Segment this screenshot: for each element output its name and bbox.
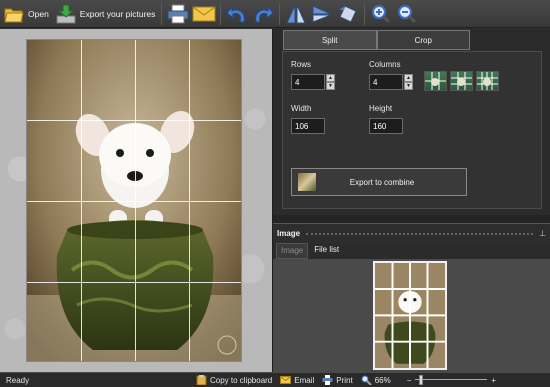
grid-preset-2-icon[interactable]	[450, 71, 473, 91]
zoom-out-icon	[398, 4, 417, 23]
columns-input[interactable]: 4	[369, 74, 403, 90]
undo-button[interactable]	[224, 1, 250, 27]
rotate-button[interactable]	[335, 1, 361, 27]
columns-up-icon[interactable]: ▲	[404, 74, 413, 82]
tab-file-list[interactable]: File list	[310, 243, 343, 259]
puppy-photo	[27, 40, 241, 361]
image-panel-header: Image ⊥	[273, 223, 550, 243]
email-status-button[interactable]: Email	[280, 375, 314, 385]
header-grip[interactable]	[306, 232, 533, 235]
toolbar-separator	[161, 2, 163, 25]
canvas-area[interactable]	[0, 29, 272, 372]
image-subtabs: Image File list	[273, 243, 550, 259]
split-grid-line	[27, 282, 241, 283]
zoom-plus-button[interactable]: +	[491, 376, 496, 385]
zoom-slider-track	[415, 379, 488, 380]
rows-up-icon[interactable]: ▲	[326, 74, 335, 82]
flip-vertical-button[interactable]	[309, 1, 335, 27]
right-panel: Split Crop Rows 4 ▲ ▼ Columns 4 ▲ ▼ Widt…	[272, 29, 550, 372]
zoom-label: 66%	[374, 375, 391, 385]
copy-to-clipboard-button[interactable]: Copy to clipboard	[196, 375, 272, 385]
open-button[interactable]: Open	[0, 1, 52, 27]
toolbar-separator	[220, 2, 222, 25]
zoom-in-button[interactable]	[368, 1, 394, 27]
email-icon	[280, 376, 292, 384]
grid-preset-3-icon[interactable]	[476, 71, 499, 91]
height-label: Height	[369, 104, 393, 113]
email-icon	[192, 6, 216, 21]
image-thumbnail[interactable]	[373, 261, 447, 370]
tab-image[interactable]: Image	[276, 243, 309, 259]
magnifier-icon	[361, 375, 372, 385]
print-icon	[167, 4, 189, 23]
flip-horizontal-icon	[286, 4, 307, 23]
pin-icon[interactable]: ⊥	[539, 229, 550, 238]
export-combine-label: Export to combine	[349, 177, 415, 187]
print-button[interactable]	[165, 1, 191, 27]
width-label: Width	[291, 104, 312, 113]
split-settings: Rows 4 ▲ ▼ Columns 4 ▲ ▼ Width 106 Heigh…	[282, 51, 542, 209]
split-grid-line	[27, 120, 241, 121]
export-label: Export your pictures	[79, 8, 156, 19]
thumbnail-area	[273, 259, 550, 372]
export-to-combine-button[interactable]: Export to combine	[291, 168, 467, 196]
email-label: Email	[294, 375, 315, 385]
image-panel-title: Image	[277, 229, 301, 238]
rows-label: Rows	[291, 60, 312, 69]
print-label: Print	[336, 375, 353, 385]
status-text: Ready	[6, 375, 30, 385]
zoom-out-button[interactable]	[394, 1, 420, 27]
panel-divider[interactable]	[273, 215, 550, 223]
height-field[interactable]: 160	[369, 118, 403, 134]
email-button[interactable]	[191, 1, 217, 27]
columns-label: Columns	[369, 60, 401, 69]
rows-stepper[interactable]: ▲ ▼	[326, 74, 335, 90]
toolbar-separator	[279, 2, 281, 25]
split-grid-line	[27, 201, 241, 202]
flip-vertical-icon	[312, 4, 332, 23]
redo-icon	[255, 5, 275, 22]
export-pictures-button[interactable]: Export your pictures	[52, 1, 159, 27]
rows-down-icon[interactable]: ▼	[326, 82, 335, 90]
tab-crop[interactable]: Crop	[376, 30, 470, 50]
main-toolbar: Open Export your pictures	[0, 0, 550, 28]
photo-frame[interactable]	[26, 39, 242, 362]
export-down-icon	[55, 3, 77, 25]
redo-button[interactable]	[250, 1, 276, 27]
copy-label: Copy to clipboard	[210, 375, 273, 385]
columns-down-icon[interactable]: ▼	[404, 82, 413, 90]
grid-preset-1-icon[interactable]	[424, 71, 447, 91]
zoom-level: 66%	[361, 375, 391, 385]
open-label: Open	[28, 8, 49, 19]
width-field[interactable]: 106	[291, 118, 325, 134]
status-bar: Ready Copy to clipboard Email Print 66% …	[0, 372, 550, 387]
zoom-slider-knob[interactable]	[419, 375, 424, 385]
toolbar-separator	[364, 2, 366, 25]
rotate-icon	[339, 4, 358, 23]
zoom-minus-button[interactable]: −	[407, 376, 412, 385]
undo-icon	[226, 5, 246, 22]
print-status-button[interactable]: Print	[322, 375, 353, 385]
zoom-slider[interactable]	[415, 375, 488, 385]
combine-thumbnail-icon	[298, 173, 316, 191]
columns-stepper[interactable]: ▲ ▼	[404, 74, 413, 90]
zoom-in-icon	[372, 4, 391, 23]
clipboard-icon	[196, 375, 207, 385]
flip-horizontal-button[interactable]	[283, 1, 309, 27]
mode-tabs: Split Crop	[283, 30, 470, 50]
tab-split[interactable]: Split	[283, 30, 377, 50]
print-icon	[322, 375, 333, 385]
folder-open-icon	[3, 3, 25, 25]
rows-input[interactable]: 4	[291, 74, 325, 90]
